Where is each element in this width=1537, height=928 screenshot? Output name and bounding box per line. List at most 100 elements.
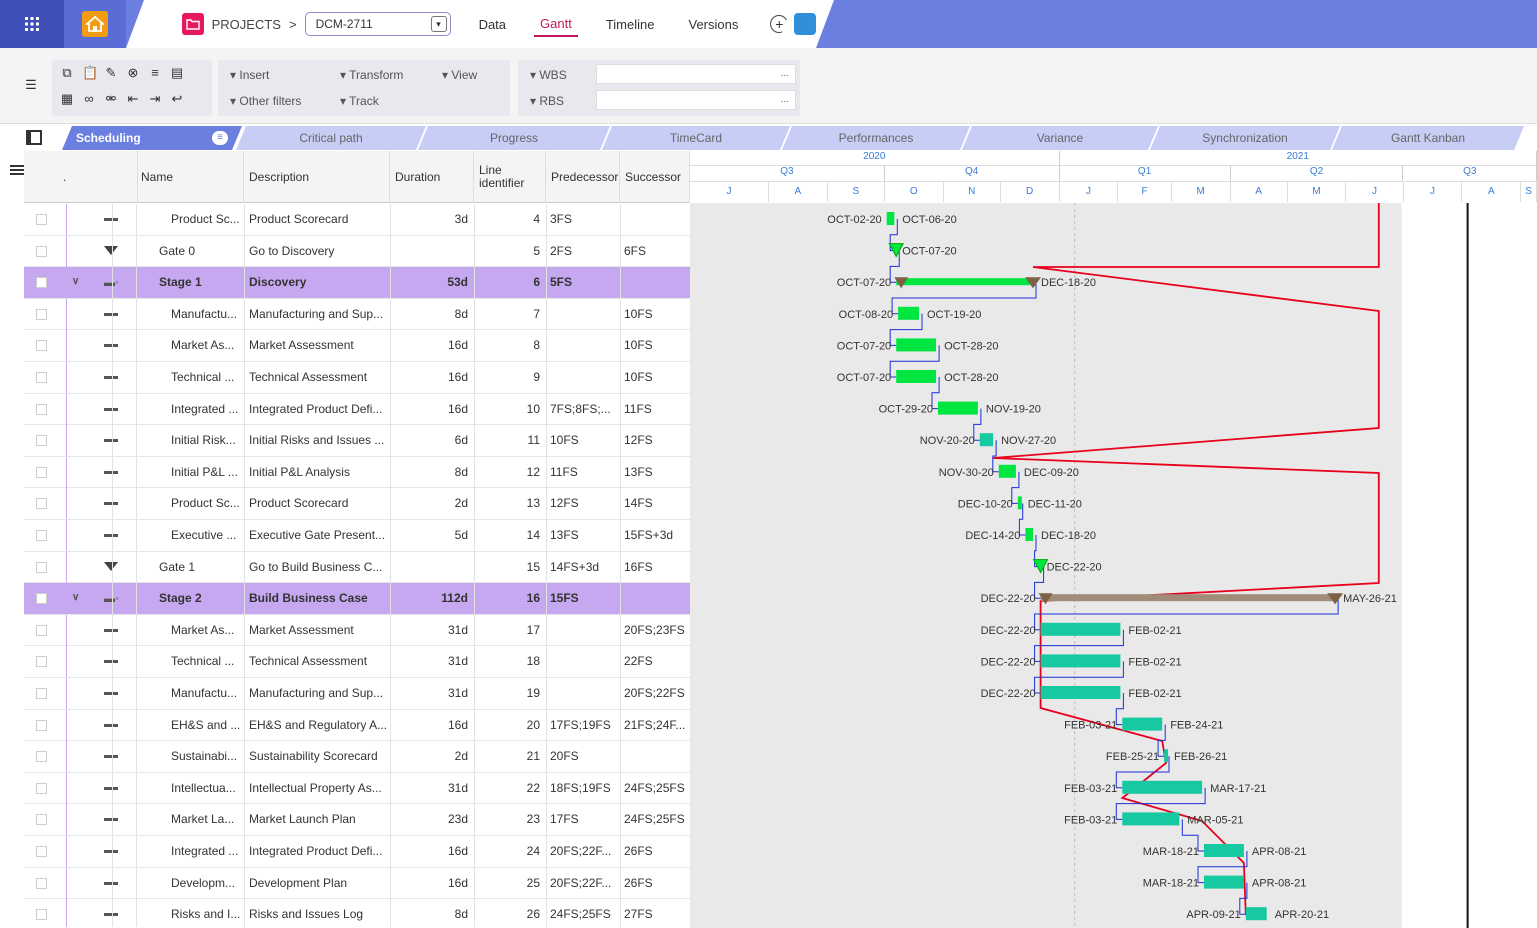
cell-description: Integrated Product Defi... (249, 394, 389, 425)
indent-icon[interactable]: ⇥ (148, 92, 162, 106)
cell-divider (136, 804, 137, 835)
row-checkbox[interactable] (36, 309, 47, 320)
transform-menu[interactable]: ▾ Transform (340, 68, 403, 82)
track-menu[interactable]: ▾ Track (340, 94, 379, 108)
row-checkbox[interactable] (36, 720, 47, 731)
row-checkbox[interactable] (36, 562, 47, 573)
col-predecessor[interactable]: Predecessor (546, 151, 620, 203)
row-checkbox[interactable] (36, 467, 47, 478)
col-successor[interactable]: Successor (620, 151, 690, 203)
row-checkbox[interactable] (36, 530, 47, 541)
delete-icon[interactable]: ⊗ (126, 66, 140, 80)
table-row[interactable]: Intellectua...Intellectual Property As..… (24, 773, 690, 805)
row-checkbox[interactable] (36, 751, 47, 762)
tab-gantt[interactable]: Gantt (534, 12, 578, 37)
cell-divider (620, 646, 621, 677)
row-checkbox[interactable] (36, 656, 47, 667)
row-checkbox[interactable] (36, 783, 47, 794)
row-checkbox[interactable] (36, 909, 47, 920)
table-row[interactable]: Technical ...Technical Assessment16d910F… (24, 362, 690, 394)
row-checkbox[interactable] (36, 593, 47, 604)
tab-timecard[interactable]: TimeCard (602, 126, 790, 150)
tab-scheduling[interactable]: Scheduling ≡ (62, 126, 242, 150)
apps-grid-icon[interactable] (0, 0, 64, 48)
row-checkbox[interactable] (36, 878, 47, 889)
table-icon[interactable]: ▦ (60, 92, 74, 106)
stage-row[interactable]: ∨▬◦Stage 1Discovery53d65FS (24, 267, 690, 299)
home-button[interactable] (64, 0, 126, 48)
insert-menu[interactable]: ▾ Insert (230, 68, 269, 82)
table-row[interactable]: Product Sc...Product Scorecard3d43FS (24, 204, 690, 236)
wrap-icon[interactable]: ≡ (148, 66, 162, 80)
expand-chevron-icon[interactable]: ∨ (72, 276, 79, 287)
tab-performances[interactable]: Performances (782, 126, 970, 150)
row-checkbox[interactable] (36, 435, 47, 446)
table-row[interactable]: Manufactu...Manufacturing and Sup...31d1… (24, 678, 690, 710)
row-checkbox[interactable] (36, 340, 47, 351)
row-checkbox[interactable] (36, 277, 47, 288)
paste-icon[interactable]: 📋 (82, 66, 96, 80)
breadcrumb-projects[interactable]: PROJECTS (212, 17, 281, 32)
view-menu[interactable]: ▾ View (442, 68, 477, 82)
edit-icon[interactable]: ✎ (104, 66, 118, 80)
tab-data[interactable]: Data (473, 13, 512, 36)
col-name[interactable]: Name (136, 151, 244, 203)
table-row[interactable]: Market As...Market Assessment31d1720FS;2… (24, 615, 690, 647)
table-row[interactable]: Initial P&L ...Initial P&L Analysis8d121… (24, 457, 690, 489)
row-checkbox[interactable] (36, 404, 47, 415)
table-row[interactable]: Integrated ...Integrated Product Defi...… (24, 836, 690, 868)
task-icon (104, 439, 118, 442)
col-line-identifier[interactable]: Line identifier (474, 151, 546, 203)
col-type[interactable]: . (58, 151, 138, 203)
back-icon[interactable]: ↩ (170, 92, 184, 106)
table-row[interactable]: Market La...Market Launch Plan23d2317FS2… (24, 804, 690, 836)
gate-row[interactable]: Gate 1Go to Build Business C...1514FS+3d… (24, 552, 690, 584)
copy-icon[interactable]: ⧉ (60, 66, 74, 80)
settings-sliders-icon[interactable]: ☰ (24, 78, 38, 92)
table-row[interactable]: Manufactu...Manufacturing and Sup...8d71… (24, 299, 690, 331)
panel-toggle-icon[interactable] (26, 130, 42, 145)
table-row[interactable]: Sustainabi...Sustainability Scorecard2d2… (24, 741, 690, 773)
unlink-icon[interactable]: ⚮ (104, 92, 118, 106)
tab-synchronization[interactable]: Synchronization (1150, 126, 1340, 150)
row-checkbox[interactable] (36, 846, 47, 857)
tab-menu-icon[interactable]: ≡ (212, 131, 228, 145)
table-row[interactable]: Technical ...Technical Assessment31d1822… (24, 646, 690, 678)
row-checkbox[interactable] (36, 814, 47, 825)
gate-row[interactable]: Gate 0Go to Discovery52FS6FS (24, 236, 690, 268)
row-checkbox[interactable] (36, 214, 47, 225)
rbs-field[interactable]: ... (596, 90, 796, 110)
row-checkbox[interactable] (36, 625, 47, 636)
row-checkbox[interactable] (36, 688, 47, 699)
outdent-icon[interactable]: ⇤ (126, 92, 140, 106)
tab-variance[interactable]: Variance (962, 126, 1158, 150)
table-row[interactable]: Initial Risk...Initial Risks and Issues … (24, 425, 690, 457)
col-description[interactable]: Description (244, 151, 390, 203)
tab-progress[interactable]: Progress (418, 126, 610, 150)
table-row[interactable]: Executive ...Executive Gate Present...5d… (24, 520, 690, 552)
project-select[interactable]: DCM-2711 ▾ (305, 12, 451, 36)
wbs-menu[interactable]: ▾ WBS (530, 68, 567, 82)
table-row[interactable]: Product Sc...Product Scorecard2d1312FS14… (24, 488, 690, 520)
tab-gantt-kanban[interactable]: Gantt Kanban (1332, 126, 1524, 150)
wbs-field[interactable]: ... (596, 64, 796, 84)
row-checkbox[interactable] (36, 498, 47, 509)
row-checkbox[interactable] (36, 246, 47, 257)
tab-critical-path[interactable]: Critical path (236, 126, 426, 150)
table-row[interactable]: Developm...Development Plan16d2520FS;22F… (24, 868, 690, 900)
comment-icon[interactable]: ▤ (170, 66, 184, 80)
col-duration[interactable]: Duration (390, 151, 474, 203)
row-checkbox[interactable] (36, 372, 47, 383)
other-filters-menu[interactable]: ▾ Other filters (230, 94, 301, 108)
table-row[interactable]: EH&S and ...EH&S and Regulatory A...16d2… (24, 710, 690, 742)
table-row[interactable]: Market As...Market Assessment16d810FS (24, 330, 690, 362)
tab-timeline[interactable]: Timeline (600, 13, 661, 36)
tree-line (66, 362, 67, 393)
stage-row[interactable]: ∨▬◦Stage 2Build Business Case112d1615FS (24, 583, 690, 615)
rbs-menu[interactable]: ▾ RBS (530, 94, 564, 108)
link-icon[interactable]: ∞ (82, 92, 96, 106)
expand-chevron-icon[interactable]: ∨ (72, 592, 79, 603)
table-row[interactable]: Risks and I...Risks and Issues Log8d2624… (24, 899, 690, 927)
tab-versions[interactable]: Versions (682, 13, 744, 36)
table-row[interactable]: Integrated ...Integrated Product Defi...… (24, 394, 690, 426)
